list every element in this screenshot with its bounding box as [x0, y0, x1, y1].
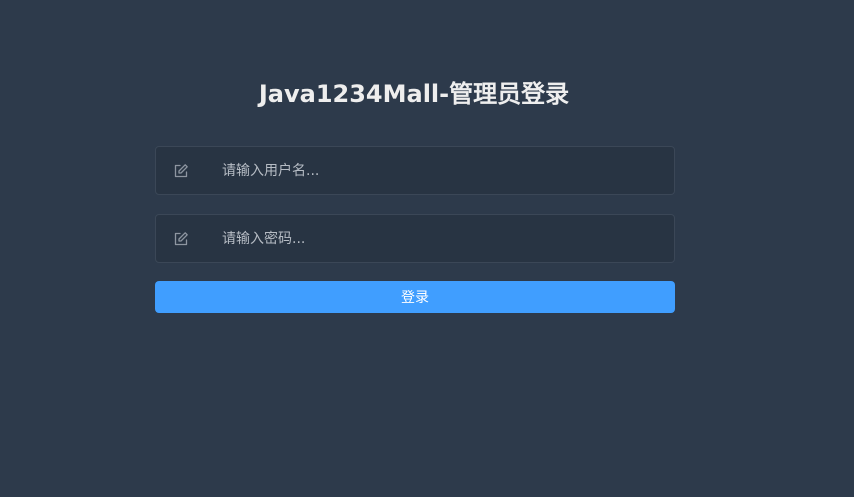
password-field[interactable] — [155, 214, 675, 263]
edit-icon — [173, 231, 189, 247]
login-button[interactable]: 登录 — [155, 281, 675, 313]
username-input[interactable] — [222, 147, 662, 194]
password-input[interactable] — [222, 215, 662, 262]
edit-icon — [173, 163, 189, 179]
login-form: 登录 — [155, 146, 675, 313]
username-field[interactable] — [155, 146, 675, 195]
page-title: Java1234Mall-管理员登录 — [258, 80, 570, 108]
login-page: Java1234Mall-管理员登录 登录 — [0, 0, 854, 497]
